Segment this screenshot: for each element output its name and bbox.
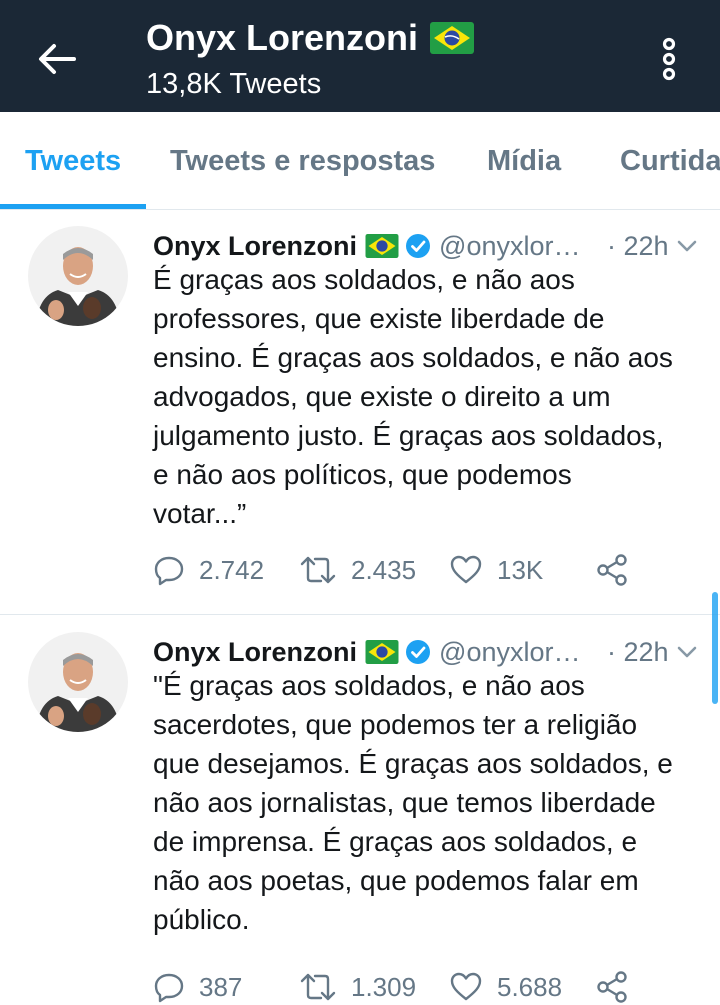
active-tab-indicator <box>0 204 146 209</box>
avatar[interactable] <box>28 632 128 732</box>
chevron-down-icon[interactable] <box>673 638 701 666</box>
brazil-flag-icon <box>430 22 475 54</box>
retweet-count: 2.435 <box>351 554 417 585</box>
heart-icon <box>450 555 482 584</box>
reply-icon <box>154 556 184 586</box>
reply-button[interactable]: 387 <box>153 971 242 1003</box>
like-button[interactable]: 5.688 <box>449 971 562 1003</box>
retweet-count: 1.309 <box>351 971 417 1002</box>
heart-icon <box>450 972 482 1001</box>
verified-badge-icon <box>406 234 431 258</box>
profile-header: Onyx Lorenzoni 13,8K Tweets <box>0 0 720 112</box>
tab-midia[interactable]: Mídia <box>487 145 561 178</box>
brazil-flag-icon <box>365 640 399 664</box>
tweet-text: "É graças aos soldados, e não aos sacerd… <box>153 670 673 935</box>
retweet-button[interactable]: 2.435 <box>299 554 416 586</box>
share-button[interactable] <box>595 554 629 586</box>
kebab-menu-icon[interactable] <box>652 36 686 82</box>
arrow-left-icon[interactable] <box>34 36 80 82</box>
retweet-icon <box>300 556 336 584</box>
tweet-timestamp[interactable]: · 22h <box>607 637 669 668</box>
reply-button[interactable]: 2.742 <box>153 554 264 586</box>
share-icon <box>597 554 627 586</box>
reply-count: 2.742 <box>199 554 265 585</box>
verified-badge-icon <box>406 640 431 664</box>
reply-icon <box>154 973 184 1003</box>
tweet-item[interactable]: Onyx Lorenzoni @onyxlorenzoni · 22h "É g… <box>0 616 720 1005</box>
like-button[interactable]: 13K <box>449 554 543 586</box>
share-button[interactable] <box>595 971 629 1003</box>
retweet-icon <box>300 973 336 1001</box>
brazil-flag-icon <box>365 234 399 258</box>
author-handle[interactable]: @onyxlorenzoni <box>439 231 589 262</box>
tweet-timestamp[interactable]: · 22h <box>607 231 669 262</box>
tweet-item[interactable]: Onyx Lorenzoni @onyxlorenzoni · 22h É gr… <box>0 210 720 615</box>
author-name[interactable]: Onyx Lorenzoni <box>153 637 357 668</box>
tab-tweets[interactable]: Tweets <box>25 145 121 178</box>
profile-tabs: Tweets Tweets e respostas Mídia Curtidas <box>0 112 720 210</box>
tweet-text: É graças aos soldados, e não aos profess… <box>153 264 673 529</box>
profile-title: Onyx Lorenzoni <box>146 17 475 59</box>
profile-name: Onyx Lorenzoni <box>146 17 419 58</box>
reply-count: 387 <box>199 971 243 1002</box>
scrollbar[interactable] <box>712 592 718 704</box>
tab-curtidas[interactable]: Curtidas <box>620 145 720 178</box>
tweet-actions: 387 1.309 5.688 <box>153 971 653 1005</box>
share-icon <box>597 971 627 1003</box>
chevron-down-icon[interactable] <box>673 232 701 260</box>
author-handle[interactable]: @onyxlorenzoni <box>439 637 589 668</box>
like-count: 13K <box>497 554 544 585</box>
tweet-count: 13,8K Tweets <box>146 68 322 100</box>
retweet-button[interactable]: 1.309 <box>299 971 416 1003</box>
author-name[interactable]: Onyx Lorenzoni <box>153 231 357 262</box>
tab-tweets-e-respostas[interactable]: Tweets e respostas <box>170 145 435 178</box>
tweet-actions: 2.742 2.435 13K <box>153 554 653 594</box>
like-count: 5.688 <box>497 971 563 1002</box>
avatar[interactable] <box>28 226 128 326</box>
